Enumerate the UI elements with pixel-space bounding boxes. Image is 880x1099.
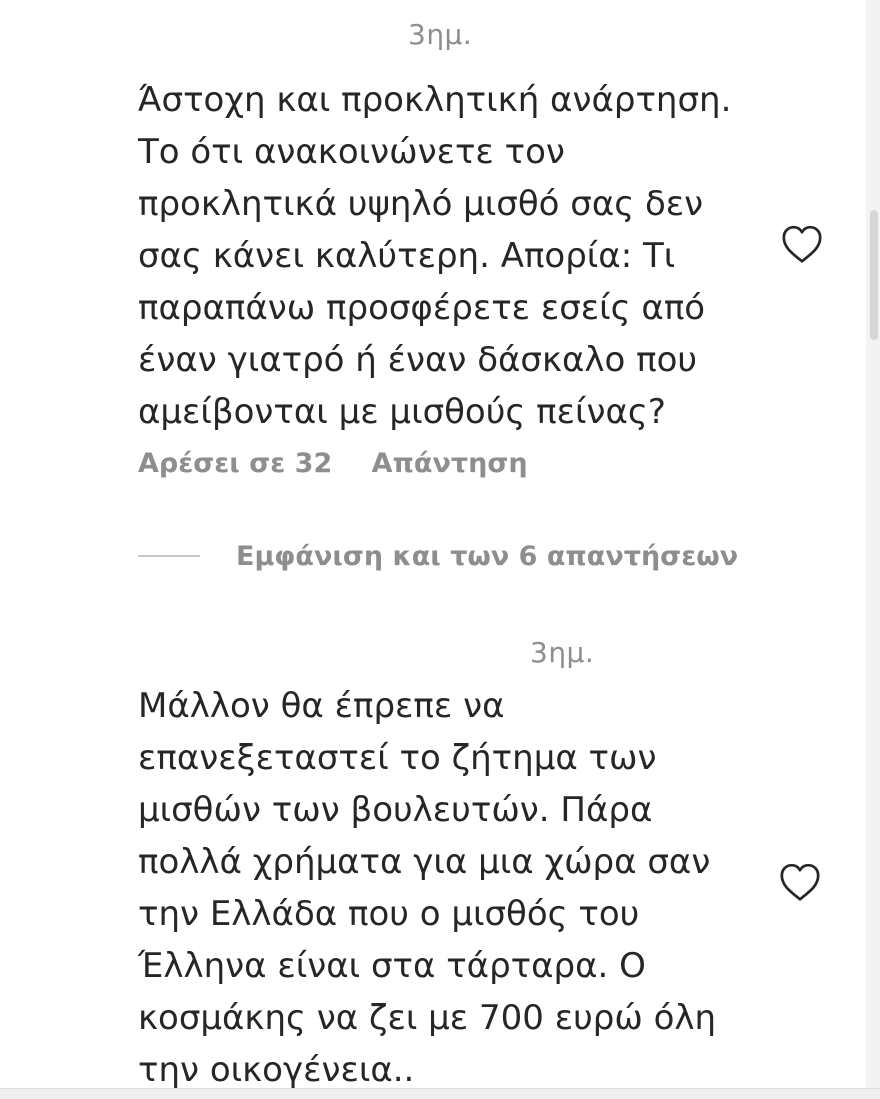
- scrollbar[interactable]: [866, 0, 880, 1099]
- reply-button[interactable]: Απάντηση: [372, 448, 528, 479]
- like-button[interactable]: [780, 224, 824, 264]
- scrollbar-thumb[interactable]: [870, 210, 878, 340]
- view-replies-label: Εμφάνιση και των 6 απαντήσεων: [236, 540, 739, 572]
- comment-timestamp[interactable]: 3ημ.: [408, 18, 472, 51]
- like-button[interactable]: [778, 862, 822, 902]
- view-replies-button[interactable]: Εμφάνιση και των 6 απαντήσεων: [138, 540, 738, 572]
- comment-text: Άστοχη και προκλητική ανάρτηση. Το ότι α…: [138, 80, 732, 432]
- replies-divider-line: [138, 555, 200, 557]
- comment-actions: Αρέσει σε 32 Απάντηση: [138, 448, 528, 479]
- bottom-border: [0, 1088, 880, 1099]
- heart-outline-icon: [782, 225, 822, 263]
- comment-timestamp[interactable]: 3ημ.: [530, 636, 594, 669]
- heart-outline-icon: [780, 863, 820, 901]
- comment-text: Μάλλον θα έπρεπε να επανεξεταστεί το ζήτ…: [138, 686, 717, 1090]
- likes-count-button[interactable]: Αρέσει σε 32: [138, 448, 332, 479]
